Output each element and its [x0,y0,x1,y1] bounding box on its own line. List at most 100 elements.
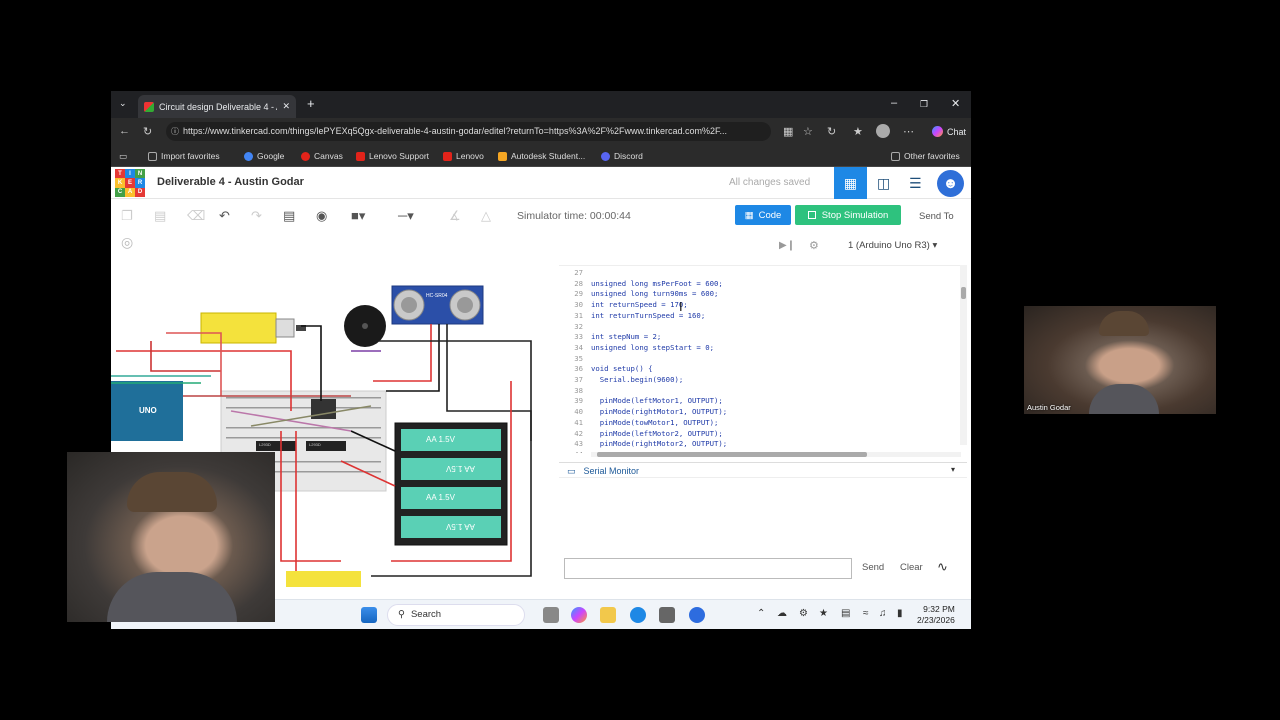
other-favorites[interactable]: Other favorites [891,151,960,161]
step-icon[interactable]: ▶❙ [779,240,795,251]
favorite-item-lenovo[interactable]: Lenovo [443,151,484,161]
tray-app-icon[interactable]: ⚙ [799,608,808,619]
more-icon[interactable]: ⋯ [903,125,914,138]
wifi-icon[interactable]: ≈ [863,608,869,619]
favorite-item-discord[interactable]: Discord [601,151,643,161]
battery-icon[interactable]: ▮ [897,608,903,619]
favorite-item-autodesk[interactable]: Autodesk Student... [498,151,585,161]
favorite-icon[interactable]: ☆ [803,125,813,138]
reader-icon[interactable]: ▦ [783,125,793,138]
task-view-icon[interactable] [543,607,559,623]
windows-start-icon[interactable] [361,607,377,623]
code-horizontal-scrollbar[interactable] [591,452,961,457]
site-info-icon[interactable]: ⓘ [171,126,179,137]
favorite-item-import[interactable]: Import favorites [148,151,220,161]
back-icon[interactable]: ← [119,125,130,137]
code-line[interactable]: 39 pinMode(leftMotor1, OUTPUT); [559,396,959,407]
clock-date: 2/23/2026 [917,615,955,625]
collapse-chevron-icon[interactable]: ▾ [951,465,955,474]
delete-icon[interactable]: ⌫ [187,208,205,224]
favorite-item-lenovo-support[interactable]: Lenovo Support [356,151,429,161]
volume-icon[interactable]: ♫ [879,608,887,619]
zoom-icon[interactable] [689,607,705,623]
code-text: pinMode(towMotor1, OUTPUT); [591,417,719,427]
circuit-view-button[interactable]: ▦ [834,167,867,199]
code-line[interactable]: 28 unsigned long msPerFoot = 600; [559,279,959,290]
code-line[interactable]: 34 unsigned long stepStart = 0; [559,343,959,354]
copilot-icon[interactable] [571,607,587,623]
code-button[interactable]: ▦ Code [735,205,791,225]
file-explorer-icon[interactable] [600,607,616,623]
code-vertical-scrollbar[interactable] [960,265,967,445]
close-window-icon[interactable]: ✕ [951,97,960,110]
serial-monitor-header[interactable]: ▭ Serial Monitor ▾ [559,462,967,478]
schematic-view-icon[interactable]: ◫ [877,175,890,192]
clear-button[interactable]: Clear [900,562,923,573]
debug-icon[interactable]: ⚙ [809,239,819,252]
redo-icon[interactable]: ↷ [251,208,262,224]
browser-tab[interactable]: Circuit design Deliverable 4 - Austi ✕ [138,95,296,118]
code-line[interactable]: 32 [559,322,959,333]
paste-icon[interactable]: ▤ [154,208,166,224]
webcam-participant-tile[interactable]: Austin Godar [1024,306,1216,414]
favorites-icon[interactable]: ★ [853,125,863,138]
browser-tab-bar: ⌄ Circuit design Deliverable 4 - Austi ✕… [111,91,971,118]
undo-icon[interactable]: ↶ [219,208,230,224]
tray-app-icon[interactable]: ▤ [841,608,850,619]
rotate-icon[interactable]: ∡ [449,208,461,224]
user-avatar[interactable]: ☻ [937,170,964,197]
close-tab-icon[interactable]: ✕ [282,101,290,112]
code-line[interactable]: 40 pinMode(rightMotor1, OUTPUT); [559,407,959,418]
favorite-item-google[interactable]: Google [244,151,284,161]
code-line[interactable]: 27 [559,268,959,279]
color-picker-icon[interactable]: ■▾ [351,208,365,224]
tray-chevron-icon[interactable]: ⌃ [757,608,765,619]
board-select[interactable]: 1 (Arduino Uno R3) ▾ [848,240,937,251]
favorite-item-canvas[interactable]: Canvas [301,151,343,161]
tray-app-icon[interactable]: ★ [819,608,828,619]
serial-input[interactable] [564,558,852,579]
project-title[interactable]: Deliverable 4 - Austin Godar [157,176,304,188]
scroll-thumb[interactable] [597,452,867,457]
send-button[interactable]: Send [862,562,884,573]
edge-icon[interactable] [630,607,646,623]
visibility-icon[interactable]: ◉ [316,208,327,224]
send-to-button[interactable]: Send To [919,211,954,222]
refresh-icon[interactable]: ↻ [143,125,152,138]
minimize-icon[interactable]: – [891,97,897,109]
url-field[interactable]: ⓘ https://www.tinkercad.com/things/lePYE… [166,122,771,141]
tinkercad-logo[interactable]: T I N K E R C A D [115,169,145,197]
store-icon[interactable] [659,607,675,623]
code-line[interactable]: 38 [559,386,959,397]
code-line[interactable]: 43 pinMode(rightMotor2, OUTPUT); [559,439,959,450]
graph-icon[interactable]: ∿ [937,559,948,575]
flip-icon[interactable]: △ [481,208,491,224]
scroll-thumb[interactable] [961,287,966,299]
code-line[interactable]: 33 int stepNum = 2; [559,332,959,343]
code-line[interactable]: 30 int returnSpeed = 170; [559,300,959,311]
line-number: 42 [574,428,583,438]
code-text-area[interactable]: 27 28 unsigned long msPerFoot = 600; 29 unsi… [559,265,967,453]
code-line[interactable]: 36 void setup() { [559,364,959,375]
copy-icon[interactable]: ❐ [121,208,133,224]
new-tab-icon[interactable]: + [307,96,315,111]
code-line[interactable]: 29 unsigned long turn90ms = 600; [559,289,959,300]
tray-app-icon[interactable]: ☁ [777,608,787,619]
tab-list-chevron-icon[interactable]: ⌄ [119,98,127,109]
code-line[interactable]: 35 [559,354,959,365]
code-line[interactable]: 37 Serial.begin(9600); [559,375,959,386]
taskbar-clock[interactable]: 9:32 PM 2/23/2026 [917,604,955,626]
notes-icon[interactable]: ▤ [283,208,295,224]
code-line[interactable]: 41 pinMode(towMotor1, OUTPUT); [559,418,959,429]
profile-icon[interactable] [876,124,890,138]
code-line[interactable]: 42 pinMode(leftMotor2, OUTPUT); [559,429,959,440]
component-list-icon[interactable]: ☰ [909,175,922,192]
copilot-chat-button[interactable]: Chat [926,123,971,140]
stop-simulation-button[interactable]: Stop Simulation [795,205,901,225]
code-line[interactable]: 31 int returnTurnSpeed = 160; [559,311,959,322]
taskbar-search[interactable]: ⚲ Search [387,604,525,626]
wire-type-icon[interactable]: ─▾ [398,208,414,224]
refresh-ext-icon[interactable]: ↻ [827,125,836,138]
collections-icon[interactable]: ▭ [119,151,127,162]
restore-icon[interactable]: ❐ [920,99,928,110]
